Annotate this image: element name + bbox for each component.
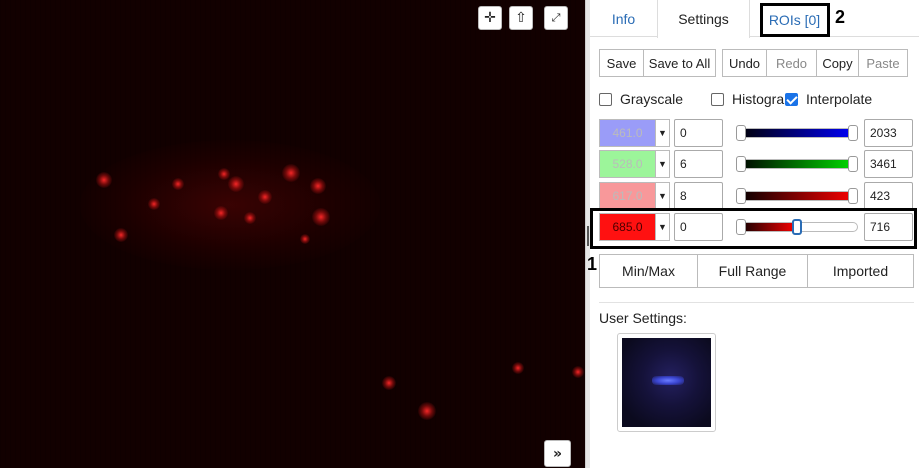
grayscale-checkbox[interactable] — [599, 92, 612, 106]
tab-settings[interactable]: Settings — [657, 0, 750, 38]
spot — [310, 178, 326, 194]
undo-button[interactable]: Undo — [722, 49, 767, 77]
divider — [599, 302, 914, 303]
image-viewer[interactable]: ✛ ⇧ ⤢ » — [0, 0, 585, 468]
crosshair-button[interactable]: ✛ — [478, 6, 502, 30]
annotation-label-2: 2 — [835, 7, 846, 27]
spot — [300, 234, 310, 244]
channel-range-slider[interactable] — [736, 191, 858, 201]
channel-max-input[interactable]: 2033 — [864, 119, 913, 147]
collapse-panel-button[interactable]: » — [544, 440, 571, 467]
user-settings-thumbnail[interactable] — [617, 333, 716, 432]
save-to-all-button[interactable]: Save to All — [643, 49, 716, 77]
caret-down-icon: ▼ — [658, 159, 667, 169]
slider-start-handle[interactable] — [736, 188, 746, 204]
channel-color-dropdown[interactable]: ▼ — [656, 182, 670, 210]
interpolate-checkbox[interactable] — [785, 92, 798, 106]
channel-color-dropdown[interactable]: ▼ — [656, 150, 670, 178]
caret-down-icon: ▼ — [658, 191, 667, 201]
channel-min-input[interactable]: 6 — [674, 150, 723, 178]
channel-color-swatch[interactable]: 528.0 — [599, 150, 656, 178]
spot — [214, 206, 228, 220]
min-max-button[interactable]: Min/Max — [599, 254, 698, 288]
highlight-box-channel — [590, 208, 917, 249]
channel-range-slider[interactable] — [736, 128, 858, 138]
thumbnail-cell — [652, 376, 684, 385]
channel-range-slider[interactable] — [736, 159, 858, 169]
grayscale-option[interactable]: Grayscale — [599, 91, 683, 107]
tab-bar: Info Settings ROIs [0] — [590, 0, 919, 38]
slider-end-handle[interactable] — [848, 188, 858, 204]
histogram-option[interactable]: Histogram — [711, 91, 796, 107]
channel-color-dropdown[interactable]: ▼ — [656, 119, 670, 147]
channel-color-swatch[interactable]: 461.0 — [599, 119, 656, 147]
channel-color-swatch[interactable]: 617.0 — [599, 182, 656, 210]
full-range-button[interactable]: Full Range — [697, 254, 808, 288]
spot — [382, 376, 396, 390]
paste-button[interactable]: Paste — [858, 49, 908, 77]
copy-button[interactable]: Copy — [816, 49, 859, 77]
histogram-checkbox[interactable] — [711, 92, 724, 106]
channel-max-input[interactable]: 423 — [864, 182, 913, 210]
slider-end-handle[interactable] — [848, 125, 858, 141]
spot — [572, 366, 584, 378]
caret-down-icon: ▼ — [658, 128, 667, 138]
double-chevron-icon: » — [552, 445, 563, 462]
spot — [228, 176, 244, 192]
home-arrow-icon: ⇧ — [515, 10, 527, 26]
spot — [512, 362, 524, 374]
highlight-box-rois — [760, 3, 830, 37]
spot — [282, 164, 300, 182]
annotation-label-1: 1 — [587, 254, 598, 274]
spot — [244, 212, 256, 224]
interpolate-option[interactable]: Interpolate — [785, 91, 872, 107]
user-settings-label: User Settings: — [599, 310, 687, 326]
channel-max-input[interactable]: 3461 — [864, 150, 913, 178]
home-button[interactable]: ⇧ — [509, 6, 533, 30]
spot — [218, 168, 230, 180]
redo-button[interactable]: Redo — [766, 49, 817, 77]
spot — [148, 198, 160, 210]
spot — [96, 172, 112, 188]
spot — [114, 228, 128, 242]
fullscreen-icon: ⤢ — [551, 11, 561, 24]
spot — [258, 190, 272, 204]
grip-icon — [587, 226, 589, 246]
tissue-glow — [80, 140, 380, 270]
spot — [418, 402, 436, 420]
slider-end-handle[interactable] — [848, 156, 858, 172]
thumbnail-image — [622, 338, 711, 427]
crosshair-icon: ✛ — [484, 10, 496, 26]
imported-button[interactable]: Imported — [807, 254, 914, 288]
slider-start-handle[interactable] — [736, 156, 746, 172]
spot — [312, 208, 330, 226]
fullscreen-button[interactable]: ⤢ — [544, 6, 568, 30]
spot — [172, 178, 184, 190]
save-button[interactable]: Save — [599, 49, 644, 77]
channel-min-input[interactable]: 0 — [674, 119, 723, 147]
tab-info[interactable]: Info — [590, 0, 657, 37]
channel-min-input[interactable]: 8 — [674, 182, 723, 210]
slider-start-handle[interactable] — [736, 125, 746, 141]
